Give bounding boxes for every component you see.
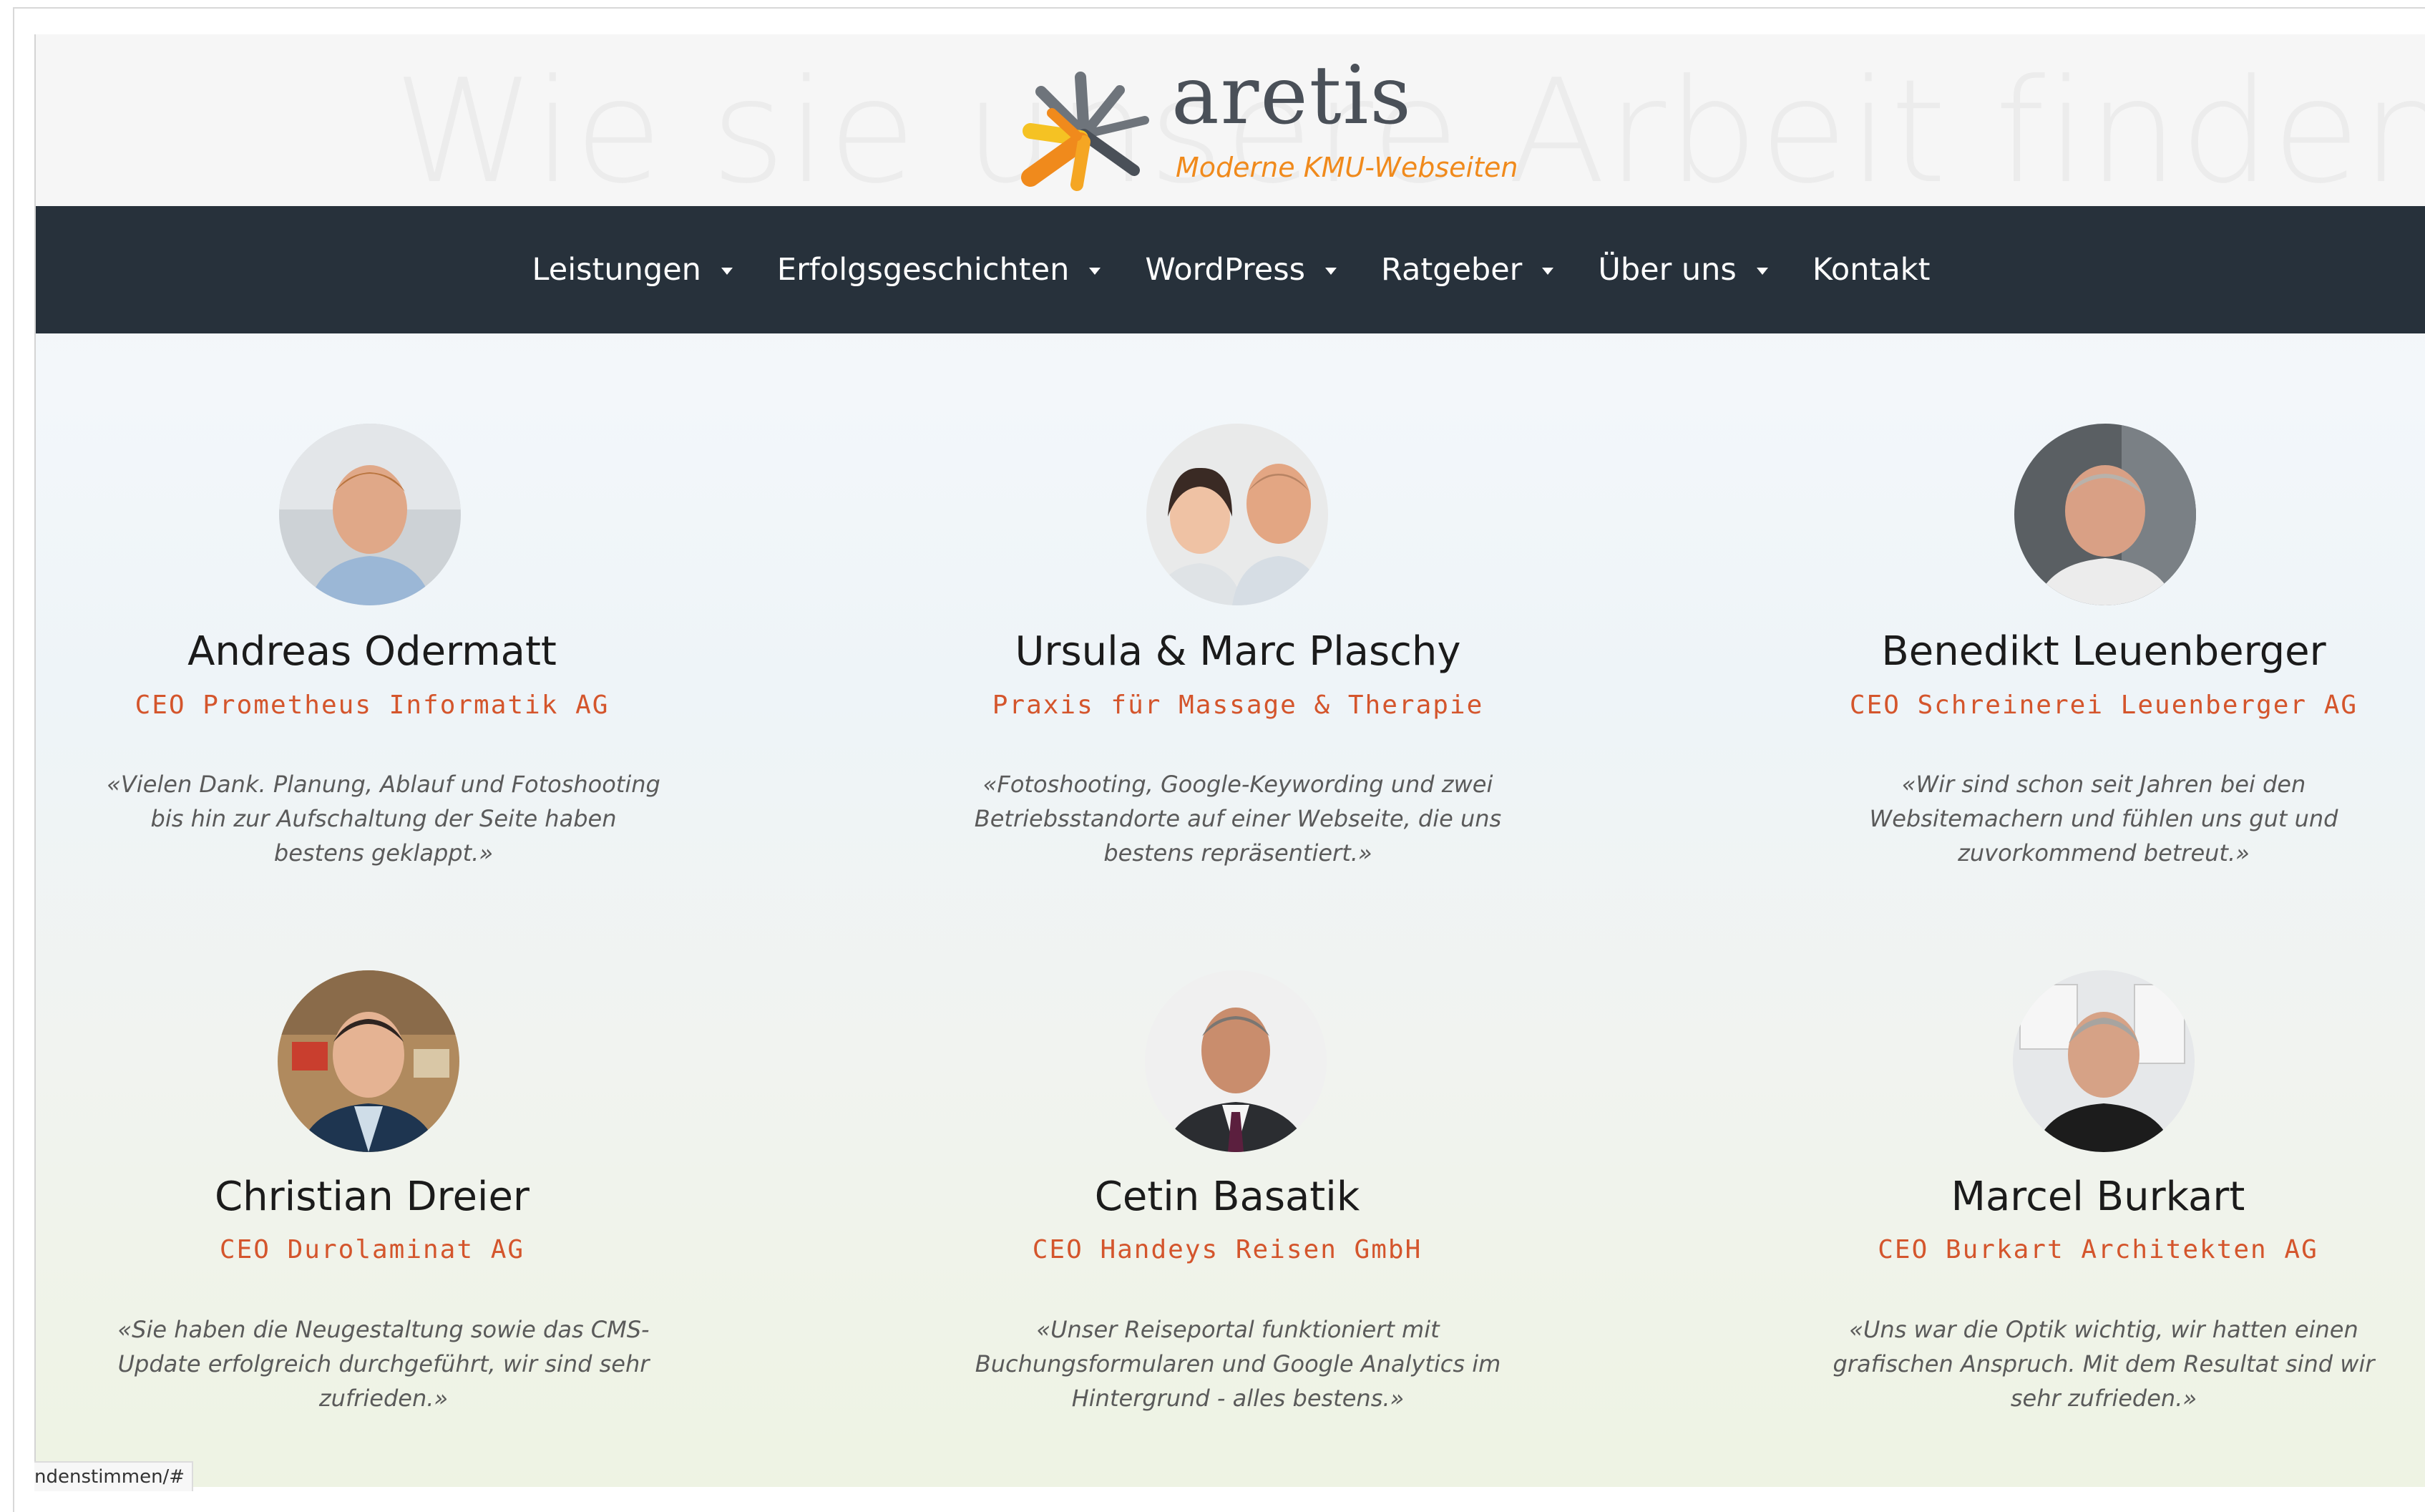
testimonial-quote: «Fotoshooting, Google-Keywording und zwe… xyxy=(974,771,1502,867)
testimonial-role: CEO Durolaminat AG xyxy=(219,1235,525,1264)
nav-item-erfolgsgeschichten[interactable]: Erfolgsgeschichten xyxy=(777,252,1101,288)
main-navigation: Leistungen Erfolgsgeschichten WordPress … xyxy=(36,206,2425,333)
testimonial-name: Cetin Basatik xyxy=(1094,1174,1360,1220)
testimonial-name: Benedikt Leuenberger xyxy=(1881,628,2326,675)
browser-frame: Wie sie unsere Arbeit finden aretis Mode… xyxy=(0,0,2425,1512)
avatar xyxy=(278,970,459,1152)
testimonial-name: Ursula & Marc Plaschy xyxy=(1015,628,1461,675)
site-header: Wie sie unsere Arbeit finden aretis Mode… xyxy=(36,34,2425,215)
nav-item-wordpress[interactable]: WordPress xyxy=(1145,252,1337,288)
testimonial-quote: «Wir sind schon seit Jahren bei den Webs… xyxy=(1869,771,2338,867)
testimonial-quote: «Unser Reiseportal funktioniert mit Buch… xyxy=(975,1316,1501,1412)
caret-down-icon xyxy=(721,268,733,275)
testimonial-role: CEO Burkart Architekten AG xyxy=(1878,1235,2318,1264)
testimonial-role: Praxis für Massage & Therapie xyxy=(992,691,1484,720)
testimonial-name: Christian Dreier xyxy=(215,1174,530,1220)
logo-name: aretis xyxy=(1171,49,1412,142)
avatar xyxy=(2014,424,2196,605)
testimonial-quote: «Uns war die Optik wichtig, wir hatten e… xyxy=(1833,1316,2375,1412)
nav-item-label: WordPress xyxy=(1145,252,1306,288)
avatar xyxy=(1146,424,1328,605)
nav-item-label: Kontakt xyxy=(1812,252,1931,288)
logo-mark-icon xyxy=(1013,70,1156,192)
nav-item-kontakt[interactable]: Kontakt xyxy=(1812,252,1931,288)
site-logo[interactable]: aretis Moderne KMU-Webseiten xyxy=(1013,49,1518,192)
avatar xyxy=(2013,970,2195,1152)
nav-item-label: Leistungen xyxy=(532,252,701,288)
avatar xyxy=(1145,970,1327,1152)
nav-item-ueber-uns[interactable]: Über uns xyxy=(1598,252,1768,288)
caret-down-icon xyxy=(1756,268,1768,275)
nav-item-label: Über uns xyxy=(1598,252,1737,288)
testimonial-name: Marcel Burkart xyxy=(1951,1174,2245,1220)
testimonial-role: CEO Handeys Reisen GmbH xyxy=(1032,1235,1423,1264)
caret-down-icon xyxy=(1542,268,1554,275)
testimonial-quote: «Vielen Dank. Planung, Ablauf und Fotosh… xyxy=(107,771,660,867)
testimonial-quote: «Sie haben die Neugestaltung sowie das C… xyxy=(117,1316,650,1412)
page-viewport: Wie sie unsere Arbeit finden aretis Mode… xyxy=(34,34,2425,1487)
logo-tagline: Moderne KMU-Webseiten xyxy=(1176,152,1518,183)
nav-item-label: Ratgeber xyxy=(1381,252,1523,288)
caret-down-icon xyxy=(1325,268,1337,275)
frame-border-top xyxy=(13,7,2425,9)
status-bar-url-preview: ndenstimmen/# xyxy=(34,1461,194,1491)
nav-item-label: Erfolgsgeschichten xyxy=(776,252,1070,288)
avatar xyxy=(279,424,461,605)
frame-border-left xyxy=(13,7,14,1512)
caret-down-icon xyxy=(1089,268,1101,275)
nav-item-ratgeber[interactable]: Ratgeber xyxy=(1381,252,1554,288)
testimonial-role: CEO Schreinerei Leuenberger AG xyxy=(1849,691,2358,720)
testimonial-role: CEO Prometheus Informatik AG xyxy=(135,691,610,720)
testimonial-name: Andreas Odermatt xyxy=(187,628,557,675)
nav-item-leistungen[interactable]: Leistungen xyxy=(532,252,733,288)
